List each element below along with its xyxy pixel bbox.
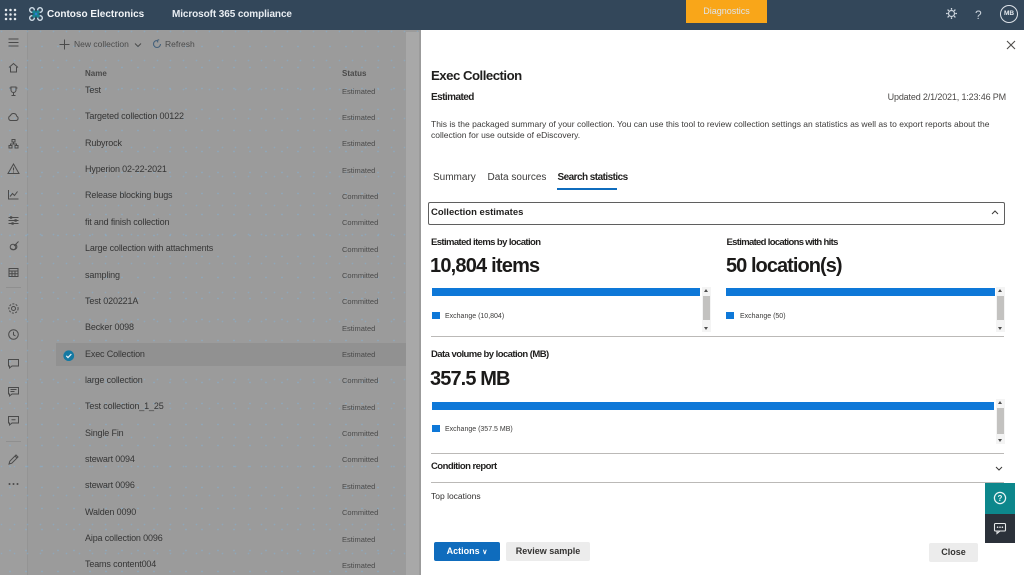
svg-text:?: ? [998,494,1003,503]
